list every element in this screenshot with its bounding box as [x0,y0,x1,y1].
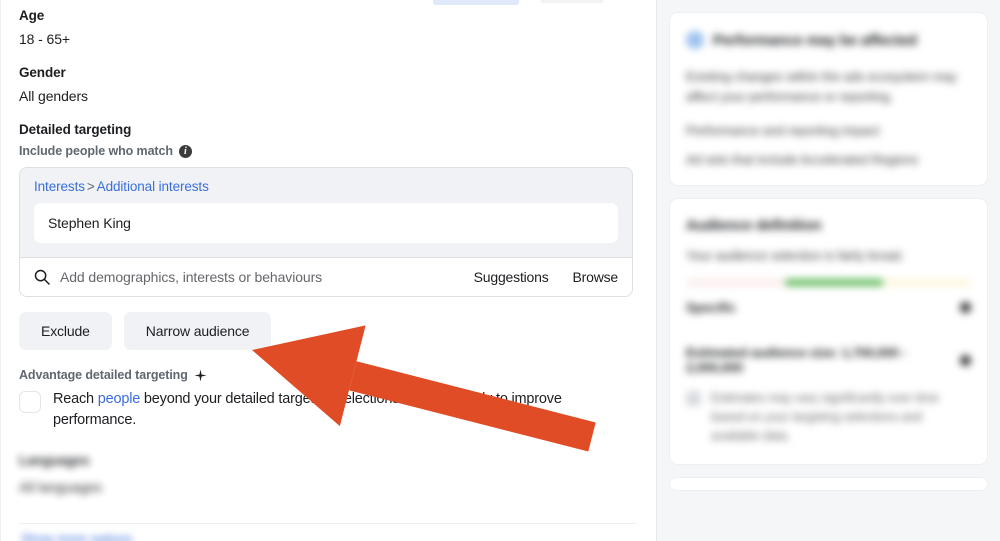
info-circle-icon [686,31,704,49]
audience-summary-panel: Performance may be affected Existing cha… [656,0,1000,541]
detailed-targeting-box: Interests > Additional interests Stephen K… [19,167,633,297]
languages-section: Languages All languages [19,453,636,495]
cut-off-element-top-secondary [541,0,603,3]
exclude-button[interactable]: Exclude [19,312,112,350]
browse-button[interactable]: Browse [573,269,619,285]
detailed-targeting-section: Detailed targeting Include people who ma… [19,122,636,350]
people-link[interactable]: people [98,391,141,407]
performance-notice-heading: Performance may be affected [713,31,917,49]
age-label: Age [19,8,45,23]
ads-manager-audience-screen: Age 18 - 65+ Gender All genders Detailed… [0,0,1000,541]
age-value[interactable]: 18 - 65+ [19,31,636,47]
advantage-description: Reach people beyond your detailed target… [53,389,623,431]
advantage-header: Advantage detailed targeting [19,368,636,382]
targeting-search-row[interactable]: Add demographics, interests or behaviour… [20,257,632,296]
advantage-checkbox-row: Reach people beyond your detailed target… [19,389,636,431]
targeting-action-buttons: Exclude Narrow audience [19,312,636,350]
performance-notice-header: Performance may be affected [686,31,971,49]
selected-interests-area: Stephen King [20,194,632,257]
breadcrumb-item-interests[interactable]: Interests [34,179,85,194]
estimate-note-row: Estimates may vary significantly over ti… [686,389,971,446]
languages-label: Languages [19,453,90,468]
advantage-detailed-targeting-checkbox[interactable] [19,391,41,413]
show-more-options-link[interactable]: Show more options [21,531,132,541]
breadcrumb: Interests > Additional interests [20,168,632,194]
info-icon[interactable]: i [178,144,192,158]
search-icon [34,269,50,285]
estimate-info-icon[interactable] [960,354,971,366]
estimate-note: Estimates may vary significantly over ti… [711,391,939,443]
estimated-audience-size: Estimated audience size: 1,700,000 - 2,0… [686,345,907,375]
breadcrumb-separator: > [86,179,95,194]
estimated-audience-size-row: Estimated audience size: 1,700,000 - 2,0… [686,345,971,375]
performance-notice-line-1[interactable]: Performance and reporting impact [686,123,971,138]
targeting-search-input[interactable]: Add demographics, interests or behaviour… [60,269,464,285]
audience-size-meter-fill [785,279,883,286]
advantage-description-before: Reach [53,391,98,407]
chart-icon [686,391,701,406]
performance-notice-card: Performance may be affected Existing cha… [669,12,988,186]
narrow-audience-button[interactable]: Narrow audience [123,312,272,350]
audience-definition-subtitle: Your audience selection is fairly broad. [686,248,905,263]
audience-form-panel: Age 18 - 65+ Gender All genders Detailed… [0,0,656,541]
advantage-detailed-targeting-section: Advantage detailed targeting Reach peopl… [19,368,636,431]
sparkle-icon [194,368,207,382]
gender-label: Gender [19,65,66,80]
audience-meter-legend-row: Specific [686,300,971,315]
audience-size-meter [686,279,971,286]
audience-meter-legend: Specific [686,300,736,315]
detailed-targeting-label: Detailed targeting [19,122,132,137]
audience-meter-marker-icon [960,302,971,313]
performance-notice-line-2[interactable]: Ad sets that include Accelerated Regions [686,152,971,167]
include-people-row: Include people who match i [19,144,636,158]
include-people-label: Include people who match [19,144,173,158]
languages-value[interactable]: All languages [19,479,636,495]
suggestions-button[interactable]: Suggestions [474,269,549,285]
interest-chip-stephen-king[interactable]: Stephen King [34,203,618,243]
breadcrumb-item-additional-interests[interactable]: Additional interests [97,179,209,194]
advantage-title: Advantage detailed targeting [19,368,188,382]
gender-field: Gender All genders [19,65,636,104]
audience-definition-card: Audience definition Your audience select… [669,198,988,465]
age-field: Age 18 - 65+ [19,0,636,47]
audience-definition-title: Audience definition [686,217,822,234]
performance-notice-body: Existing changes within the ads ecosyste… [686,69,957,104]
bottom-divider [19,523,636,524]
gender-value[interactable]: All genders [19,88,636,104]
next-card-stub [669,477,988,491]
cut-off-element-top [433,0,519,5]
